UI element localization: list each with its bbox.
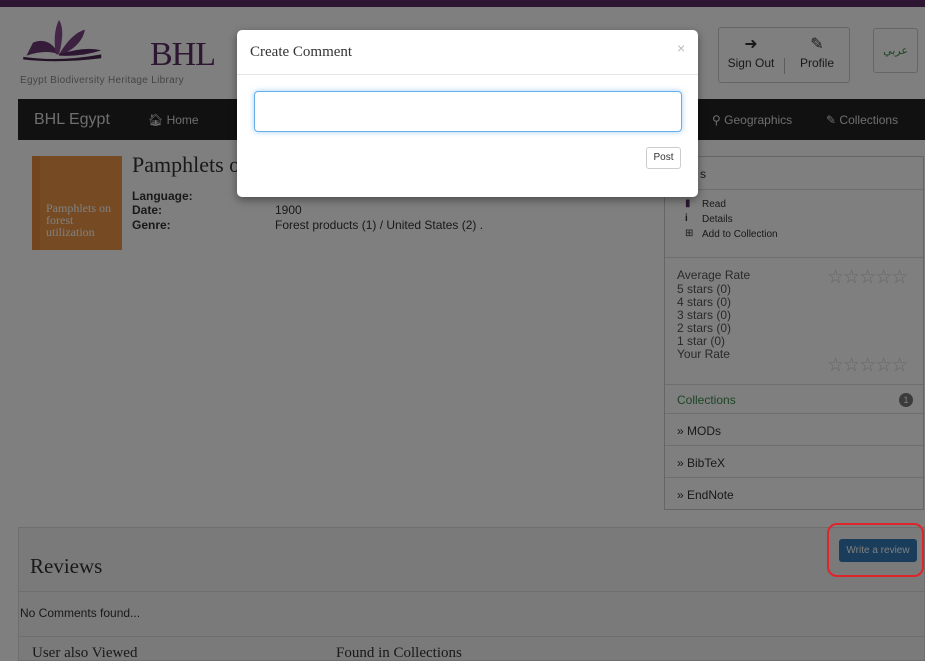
divider bbox=[237, 74, 698, 75]
comment-textarea[interactable] bbox=[254, 91, 682, 132]
modal-title: Create Comment bbox=[250, 44, 353, 60]
close-icon[interactable]: × bbox=[677, 40, 685, 56]
post-button[interactable]: Post bbox=[646, 147, 681, 169]
create-comment-modal: Create Comment × Post bbox=[237, 30, 698, 197]
highlight-annotation bbox=[827, 523, 924, 577]
